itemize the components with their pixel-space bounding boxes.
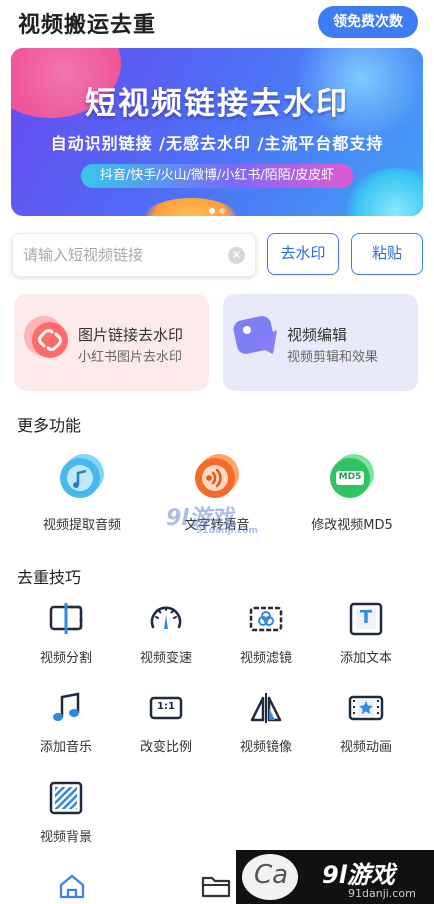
promo-banner[interactable]: 短视频链接去水印 自动识别链接 /无感去水印 /主流平台都支持 抖音/快手/火山… <box>11 48 423 216</box>
sound-wave-icon <box>193 452 241 500</box>
filter-video-item[interactable]: 视频滤镜 <box>216 601 316 666</box>
text-glyph: T <box>359 607 373 628</box>
more-item-label: 视频提取音频 <box>42 518 121 533</box>
remove-watermark-button[interactable]: 去水印 <box>267 233 339 275</box>
carousel-dot[interactable] <box>209 207 215 214</box>
tip-label: 视频背景 <box>39 830 92 845</box>
tip-label: 视频滤镜 <box>239 651 292 666</box>
tips-title: 去重技巧 <box>17 568 82 587</box>
tip-label: 视频分割 <box>39 651 92 666</box>
more-features-title: 更多功能 <box>17 416 82 435</box>
video-edit-icon <box>229 308 289 368</box>
header: 视频搬运去重 领免费次数 <box>0 0 434 44</box>
tip-label: 视频变速 <box>139 651 192 666</box>
modify-md5-item[interactable]: MD5 修改视频MD5 <box>292 452 412 533</box>
watermark-logo: 9l游戏 <box>322 861 395 889</box>
text-icon: T <box>348 601 384 637</box>
md5-icon: MD5 <box>328 452 376 500</box>
search-box: ✕ <box>12 233 256 277</box>
watermark-emblem: Ca <box>242 854 298 900</box>
add-music-item[interactable]: 添加音乐 <box>16 690 116 755</box>
card-title: 图片链接去水印 <box>78 326 184 344</box>
animation-video-item[interactable]: 视频动画 <box>316 690 416 755</box>
md5-badge: MD5 <box>338 472 362 482</box>
speedometer-icon <box>148 601 184 637</box>
background-video-item[interactable]: 视频背景 <box>16 780 116 845</box>
overlay-watermark: 9l游戏 91danji.com <box>166 500 258 536</box>
paste-button[interactable]: 粘贴 <box>351 233 423 275</box>
split-video-item[interactable]: 视频分割 <box>16 601 116 666</box>
mirror-video-item[interactable]: 视频镜像 <box>216 690 316 755</box>
tip-label: 视频镜像 <box>239 740 292 755</box>
banner-subtitle: 自动识别链接 /无感去水印 /主流平台都支持 <box>50 134 384 153</box>
banner-decoration <box>131 198 251 216</box>
split-icon <box>48 601 84 637</box>
card-subtitle: 小红书图片去水印 <box>78 350 183 365</box>
ratio-glyph: 1:1 <box>157 701 175 712</box>
link-input[interactable] <box>23 234 223 276</box>
background-icon <box>48 780 84 816</box>
music-note-icon <box>58 452 106 500</box>
app-title: 视频搬运去重 <box>18 13 157 38</box>
add-text-item[interactable]: T 添加文本 <box>316 601 416 666</box>
change-ratio-item[interactable]: 1:1 改变比例 <box>116 690 216 755</box>
tip-label: 添加文本 <box>339 651 392 666</box>
more-item-label: 修改视频MD5 <box>311 518 393 533</box>
card-title: 视频编辑 <box>287 326 348 344</box>
site-watermark: Ca 9l游戏 91danji.com <box>236 850 434 904</box>
animation-icon <box>348 690 384 726</box>
ratio-icon: 1:1 <box>148 690 184 726</box>
banner-decoration <box>341 168 423 216</box>
folder-icon[interactable] <box>198 872 238 900</box>
tip-label: 视频动画 <box>339 740 392 755</box>
speed-video-item[interactable]: 视频变速 <box>116 601 216 666</box>
link-icon <box>20 308 80 368</box>
image-watermark-card[interactable]: 图片链接去水印 小红书图片去水印 <box>14 294 209 391</box>
overlay-watermark-url: 91danji.com <box>196 526 258 536</box>
clear-icon[interactable]: ✕ <box>228 247 245 264</box>
carousel-indicator <box>207 200 227 214</box>
carousel-dot[interactable] <box>219 207 225 214</box>
card-subtitle: 视频剪辑和效果 <box>287 350 379 365</box>
video-edit-card[interactable]: 视频编辑 视频剪辑和效果 <box>223 294 418 391</box>
music-icon <box>48 690 84 726</box>
home-icon[interactable] <box>54 872 94 900</box>
tip-label: 改变比例 <box>139 740 192 755</box>
watermark-url: 91danji.com <box>348 887 416 900</box>
free-uses-button[interactable]: 领免费次数 <box>318 6 418 38</box>
mirror-icon <box>248 690 284 726</box>
banner-title: 短视频链接去水印 <box>85 86 349 122</box>
extract-audio-item[interactable]: 视频提取音频 <box>22 452 142 533</box>
tip-label: 添加音乐 <box>39 740 92 755</box>
filter-icon <box>248 601 284 637</box>
banner-platforms: 抖音/快手/火山/微博/小红书/陌陌/皮皮虾 <box>81 164 353 188</box>
